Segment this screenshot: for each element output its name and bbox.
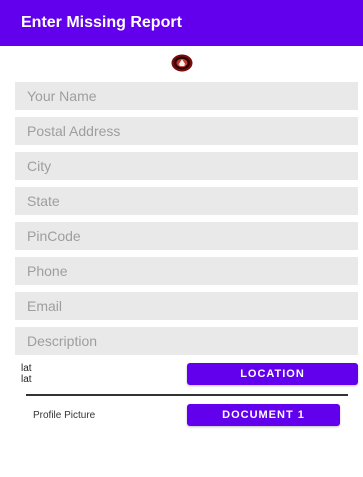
profile-picture-label: Profile Picture bbox=[33, 410, 96, 421]
app-bar: Enter Missing Report bbox=[0, 0, 363, 46]
postal-address-field[interactable] bbox=[15, 117, 358, 145]
divider bbox=[26, 394, 348, 396]
emblem-logo-icon bbox=[171, 54, 193, 72]
location-button[interactable]: LOCATION bbox=[187, 363, 358, 385]
description-field[interactable] bbox=[15, 327, 358, 355]
coordinates-readout: lat lat bbox=[21, 363, 32, 385]
email-field[interactable] bbox=[15, 292, 358, 320]
state-field[interactable] bbox=[15, 187, 358, 215]
page-title: Enter Missing Report bbox=[21, 14, 182, 31]
pincode-field[interactable] bbox=[15, 222, 358, 250]
phone-field[interactable] bbox=[15, 257, 358, 285]
your-name-field[interactable] bbox=[15, 82, 358, 110]
latitude-label: lat bbox=[21, 363, 32, 374]
document-button[interactable]: DOCUMENT 1 bbox=[187, 404, 340, 426]
longitude-label: lat bbox=[21, 374, 32, 385]
city-field[interactable] bbox=[15, 152, 358, 180]
